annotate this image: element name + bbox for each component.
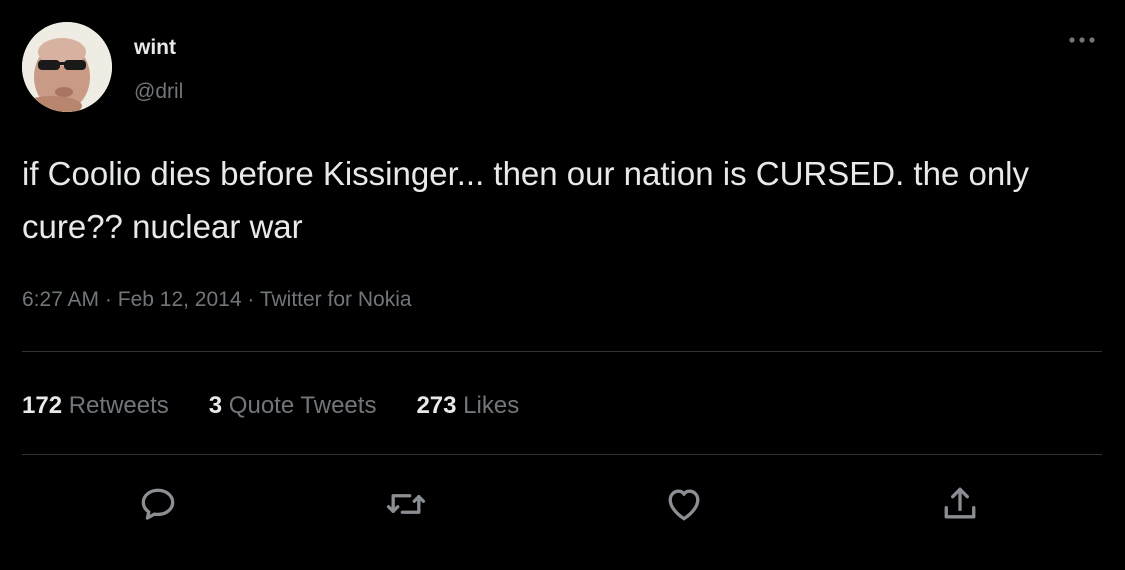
quote-tweets-label: Quote Tweets <box>228 392 377 419</box>
likes-count: 273 <box>416 392 457 419</box>
retweets-label: Retweets <box>68 392 169 419</box>
share-button[interactable] <box>938 482 982 526</box>
reply-icon <box>141 488 175 520</box>
heart-icon <box>668 489 700 521</box>
avatar[interactable] <box>22 22 112 112</box>
retweet-button[interactable] <box>384 482 428 526</box>
quote-tweets-count: 3 <box>208 392 223 419</box>
tweet-metadata: 6:27 AM · Feb 12, 2014 · Twitter for Nok… <box>22 288 412 312</box>
retweets-count: 172 <box>22 392 63 419</box>
more-horizontal-icon <box>1069 37 1095 43</box>
likes-label: Likes <box>463 392 520 419</box>
more-options-button[interactable] <box>1064 32 1100 48</box>
share-icon <box>944 487 976 519</box>
quote-tweets-stat[interactable]: 3 Quote Tweets <box>209 392 377 420</box>
meta-separator: · <box>104 288 112 311</box>
retweets-stat[interactable]: 172 Retweets <box>22 392 169 420</box>
like-button[interactable] <box>662 482 706 526</box>
likes-stat[interactable]: 273 Likes <box>416 392 519 420</box>
author-handle[interactable]: @dril <box>134 80 183 104</box>
avatar-image <box>22 22 112 112</box>
reply-button[interactable] <box>136 482 180 526</box>
divider <box>22 454 1102 455</box>
tweet-detail: wint @dril if Coolio dies before Kissing… <box>0 0 1125 570</box>
engagement-stats: 172 Retweets 3 Quote Tweets 273 Likes <box>22 392 559 420</box>
meta-separator: · <box>247 288 255 311</box>
divider <box>22 351 1102 352</box>
tweet-date[interactable]: Feb 12, 2014 <box>118 288 242 311</box>
tweet-source[interactable]: Twitter for Nokia <box>260 288 412 311</box>
tweet-text: if Coolio dies before Kissinger... then … <box>22 155 1030 245</box>
author-display-name[interactable]: wint <box>134 36 176 60</box>
tweet-time[interactable]: 6:27 AM <box>22 288 99 311</box>
retweet-icon <box>386 494 426 514</box>
